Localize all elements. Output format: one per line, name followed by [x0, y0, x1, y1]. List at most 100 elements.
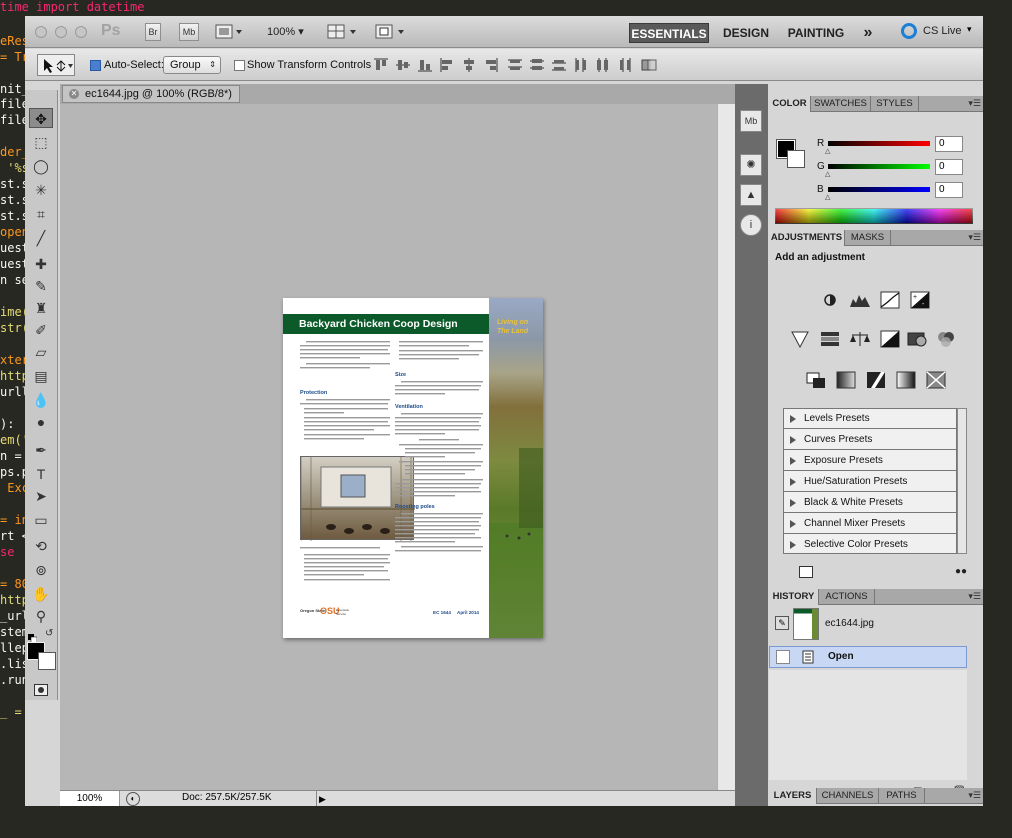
- 3d-rotate-tool-icon[interactable]: ⟲: [29, 536, 53, 556]
- blue-channel-slider[interactable]: [828, 187, 930, 192]
- green-channel-input[interactable]: 0: [935, 159, 963, 175]
- status-menu-arrow-icon[interactable]: ▶: [316, 791, 328, 806]
- black-white-icon[interactable]: [879, 330, 901, 348]
- tab-adjustments[interactable]: ADJUSTMENTS: [769, 230, 845, 246]
- pen-tool-icon[interactable]: ✒: [29, 440, 53, 460]
- panel-menu-icon[interactable]: ▾☰: [968, 591, 981, 602]
- vibrance-icon[interactable]: [789, 330, 811, 349]
- brush-tool-icon[interactable]: ✎: [29, 276, 53, 296]
- threshold-icon[interactable]: [865, 371, 887, 389]
- preset-curves[interactable]: Curves Presets: [784, 430, 956, 450]
- history-brush-source-icon[interactable]: ✎: [775, 616, 789, 630]
- preset-exposure[interactable]: Exposure Presets: [784, 451, 956, 471]
- canvas-area[interactable]: Backyard Chicken Coop Design Living on Th…: [60, 104, 717, 792]
- clip-to-layer-icon[interactable]: [799, 566, 813, 578]
- red-slider-handle-icon[interactable]: △: [825, 147, 830, 155]
- tab-paths[interactable]: PATHS: [879, 788, 925, 804]
- posterize-icon[interactable]: [835, 371, 857, 389]
- crop-tool-icon[interactable]: ⌗: [29, 204, 53, 224]
- tab-styles[interactable]: STYLES: [871, 96, 919, 112]
- align-horizontal-centers-icon[interactable]: [461, 57, 477, 73]
- info-panel-icon[interactable]: i: [740, 214, 762, 236]
- lasso-tool-icon[interactable]: ◯: [29, 156, 53, 176]
- quick-selection-tool-icon[interactable]: ✳: [29, 180, 53, 200]
- healing-brush-tool-icon[interactable]: ✚: [29, 254, 53, 274]
- distribute-bottom-edges-icon[interactable]: [551, 57, 567, 73]
- distribute-top-edges-icon[interactable]: [507, 57, 523, 73]
- more-workspaces-button[interactable]: »: [857, 23, 879, 43]
- exposure-icon[interactable]: + -: [909, 291, 931, 309]
- navigator-panel-icon[interactable]: ✺: [740, 154, 762, 176]
- quick-mask-icon[interactable]: [34, 684, 48, 696]
- gradient-map-icon[interactable]: [895, 371, 917, 389]
- tab-color[interactable]: COLOR: [769, 96, 811, 112]
- tab-layers[interactable]: LAYERS: [769, 788, 817, 804]
- tab-actions[interactable]: ACTIONS: [819, 589, 875, 605]
- screen-mode-icon[interactable]: [375, 24, 409, 40]
- clone-stamp-tool-icon[interactable]: ♜: [29, 298, 53, 318]
- brightness-contrast-icon[interactable]: [819, 291, 841, 309]
- distribute-left-edges-icon[interactable]: [573, 57, 589, 73]
- auto-select-checkbox[interactable]: [90, 60, 101, 71]
- tab-swatches[interactable]: SWATCHES: [811, 96, 871, 112]
- preset-levels[interactable]: Levels Presets: [784, 409, 956, 429]
- rectangle-tool-icon[interactable]: ▭: [29, 510, 53, 530]
- blur-tool-icon[interactable]: 💧: [29, 390, 53, 410]
- adjustments-list-scrollbar[interactable]: [957, 408, 967, 554]
- workspace-design-button[interactable]: DESIGN: [719, 23, 773, 43]
- zoom-level-dropdown[interactable]: 100% ▾: [267, 25, 304, 38]
- preset-hue-saturation[interactable]: Hue/Saturation Presets: [784, 472, 956, 492]
- auto-select-target-dropdown[interactable]: Group ⇕: [163, 56, 221, 74]
- preset-selective-color[interactable]: Selective Color Presets: [784, 535, 956, 555]
- bridge-button[interactable]: Br: [145, 23, 161, 41]
- selective-color-icon[interactable]: [925, 371, 947, 389]
- eyedropper-tool-icon[interactable]: ╱: [29, 228, 53, 248]
- vertical-scrollbar[interactable]: [717, 104, 735, 790]
- channel-mixer-icon[interactable]: [935, 330, 957, 348]
- move-tool-icon[interactable]: ✥: [29, 108, 53, 128]
- tab-channels[interactable]: CHANNELS: [817, 788, 879, 804]
- hue-saturation-icon[interactable]: [819, 330, 841, 348]
- default-colors-icon[interactable]: [28, 630, 38, 644]
- tab-history[interactable]: HISTORY: [769, 589, 819, 605]
- history-brush-tool-icon[interactable]: ✐: [29, 320, 53, 340]
- minimize-window-button[interactable]: [55, 26, 67, 38]
- histogram-panel-icon[interactable]: ▲: [740, 184, 762, 206]
- workspace-painting-button[interactable]: PAINTING: [783, 23, 849, 43]
- align-top-edges-icon[interactable]: [373, 57, 389, 73]
- gradient-tool-icon[interactable]: ▤: [29, 366, 53, 386]
- status-info-icon[interactable]: ◐: [126, 792, 140, 806]
- align-vertical-centers-icon[interactable]: [395, 57, 411, 73]
- tab-masks[interactable]: MASKS: [845, 230, 891, 246]
- photo-filter-icon[interactable]: [907, 330, 929, 348]
- preset-black-white[interactable]: Black & White Presets: [784, 493, 956, 513]
- history-step-open[interactable]: Open: [769, 646, 967, 668]
- green-slider-handle-icon[interactable]: △: [825, 170, 830, 178]
- close-document-icon[interactable]: ✕: [69, 89, 79, 99]
- green-channel-slider[interactable]: [828, 164, 930, 169]
- move-tool-preset-picker[interactable]: [37, 54, 75, 76]
- history-snapshot-row[interactable]: ✎ ec1644.jpg: [769, 606, 967, 644]
- zoom-window-button[interactable]: [75, 26, 87, 38]
- close-window-button[interactable]: [35, 26, 47, 38]
- document-tab[interactable]: ✕ ec1644.jpg @ 100% (RGB/8*): [62, 85, 240, 103]
- auto-align-layers-icon[interactable]: [641, 57, 657, 73]
- panel-menu-icon[interactable]: ▾☰: [968, 98, 981, 109]
- red-channel-slider[interactable]: [828, 141, 930, 146]
- swap-colors-icon[interactable]: ↺: [45, 628, 53, 639]
- eraser-tool-icon[interactable]: ▱: [29, 342, 53, 362]
- blue-slider-handle-icon[interactable]: △: [825, 193, 830, 201]
- view-extras-icon[interactable]: [215, 24, 243, 40]
- invert-icon[interactable]: [805, 371, 827, 389]
- distribute-right-edges-icon[interactable]: [617, 57, 633, 73]
- dodge-tool-icon[interactable]: ●: [29, 412, 53, 432]
- arrange-documents-icon[interactable]: [327, 24, 361, 40]
- align-right-edges-icon[interactable]: [483, 57, 499, 73]
- type-tool-icon[interactable]: T: [29, 464, 53, 484]
- mini-bridge-button[interactable]: Mb: [179, 23, 199, 41]
- distribute-vertical-centers-icon[interactable]: [529, 57, 545, 73]
- marquee-tool-icon[interactable]: ⬚: [29, 132, 53, 152]
- curves-icon[interactable]: [879, 291, 901, 309]
- workspace-essentials-button[interactable]: ESSENTIALS: [629, 23, 709, 43]
- background-color-swatch[interactable]: [38, 652, 56, 670]
